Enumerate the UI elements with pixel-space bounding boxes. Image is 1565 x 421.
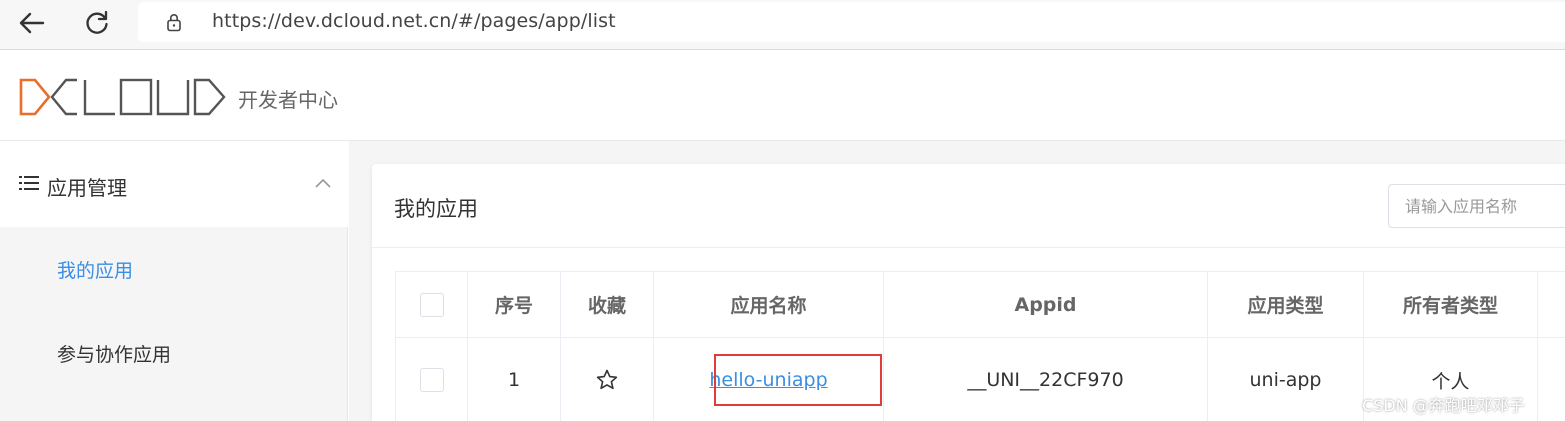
- menu-group-app-management[interactable]: 应用管理: [0, 141, 348, 227]
- logo-caption: 开发者中心: [238, 88, 338, 112]
- table-header-cell: 所有者类型: [1364, 272, 1537, 338]
- table-header-cell: 应用类型: [1208, 272, 1363, 338]
- table-header-cell: Appid: [884, 272, 1207, 338]
- table-header-cell: 应用名称: [654, 272, 883, 338]
- lock-icon[interactable]: [164, 12, 184, 32]
- highlight-annotation: [714, 354, 882, 406]
- apps-card: 我的应用 序号 1 收藏: [372, 164, 1565, 421]
- table-cell: [396, 338, 467, 421]
- sidebar-item-my-apps[interactable]: 我的应用: [0, 227, 348, 311]
- row-index: 1: [507, 369, 521, 391]
- column-select: [396, 272, 468, 421]
- main-content: 我的应用 序号 1 收藏: [349, 141, 1565, 421]
- reload-icon: [86, 10, 108, 34]
- chevron-up-icon[interactable]: [314, 177, 332, 189]
- table-header-cell: [1538, 272, 1565, 338]
- search-input[interactable]: [1388, 184, 1565, 228]
- sidebar-item-collab-apps[interactable]: 参与协作应用: [0, 311, 348, 395]
- star-outline-icon[interactable]: [595, 368, 619, 392]
- sidebar-item-label: 参与协作应用: [57, 344, 172, 366]
- row-appid: __UNI__22CF970: [967, 369, 1124, 391]
- dcloud-logo[interactable]: [19, 78, 229, 116]
- arrow-left-icon: [19, 12, 45, 34]
- row-checkbox[interactable]: [419, 368, 444, 392]
- table-header-cell: 序号: [468, 272, 560, 338]
- site-header: 开发者中心: [0, 51, 1565, 141]
- column-more: [1538, 272, 1565, 421]
- table-cell: [1538, 338, 1565, 421]
- address-bar[interactable]: https://dev.dcloud.net.cn/#/pages/app/li…: [138, 2, 1565, 42]
- list-icon: [19, 176, 39, 190]
- sidebar: 应用管理 我的应用 参与协作应用: [0, 141, 348, 421]
- table-cell: [561, 338, 653, 421]
- select-all-checkbox[interactable]: [419, 292, 444, 317]
- column-app-type: 应用类型 uni-app: [1208, 272, 1364, 421]
- menu-group-label: 应用管理: [47, 176, 127, 200]
- card-header: 我的应用: [372, 164, 1565, 248]
- column-favorite: 收藏: [561, 272, 654, 421]
- column-appid: Appid __UNI__22CF970: [884, 272, 1208, 421]
- reload-button[interactable]: [80, 8, 114, 38]
- column-index: 序号 1: [468, 272, 561, 421]
- url-text[interactable]: https://dev.dcloud.net.cn/#/pages/app/li…: [212, 10, 616, 32]
- page-title: 我的应用: [394, 197, 478, 221]
- sidebar-item-label: 我的应用: [57, 260, 134, 282]
- table-header-cell: [396, 272, 467, 338]
- table-header-cell: 收藏: [561, 272, 653, 338]
- watermark: CSDN @奔跑吧邓邓子: [1362, 396, 1525, 415]
- back-button[interactable]: [14, 8, 48, 38]
- browser-toolbar: https://dev.dcloud.net.cn/#/pages/app/li…: [0, 0, 1565, 50]
- row-app-type: uni-app: [1249, 369, 1322, 391]
